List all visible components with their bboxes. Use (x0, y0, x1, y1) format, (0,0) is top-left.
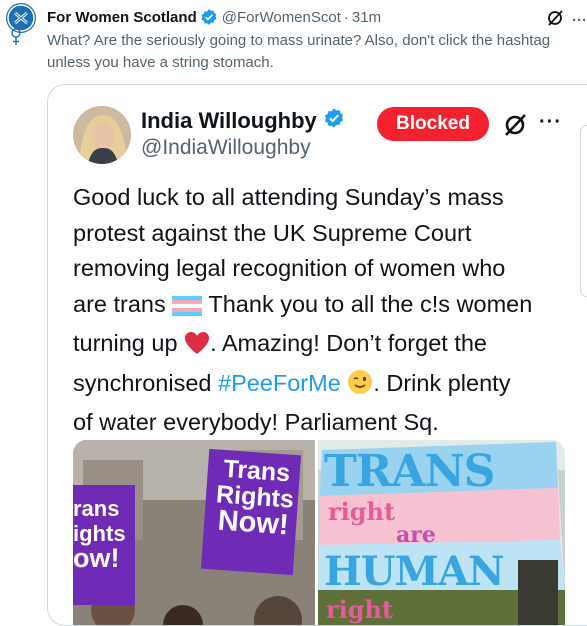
sign-text: right (326, 595, 394, 624)
protest-photo-right[interactable]: TRANS right are HUMAN right (318, 440, 565, 625)
quoted-line: removing legal recognition of women who (73, 255, 506, 281)
sign-text: Now! (216, 504, 290, 542)
quoted-text-span: Thank you to all the c!s women (202, 290, 533, 317)
red-heart-icon (184, 330, 210, 366)
quoted-line: of water everybody! Parliament Sq. (73, 409, 439, 435)
quoted-text-span: . Amazing! Don’t forget the (210, 330, 487, 356)
transgender-flag-icon (172, 291, 203, 327)
quoted-line: turning up . Amazing! Don’t forget the (73, 326, 583, 366)
sign-text: TRANS (324, 446, 495, 497)
quoted-line: synchronised #PeeForMe . Drink plenty (73, 366, 583, 406)
sign-text: ow! (73, 543, 120, 573)
quoted-post-media[interactable]: Trans Rights Now! rans ights ow! TRANS r… (73, 440, 565, 625)
grok-icon[interactable] (502, 112, 528, 138)
quoted-text-span: are trans (73, 290, 173, 317)
author-handle[interactable]: @ForWomenScot (222, 9, 341, 26)
more-options-icon[interactable]: ··· (539, 111, 562, 134)
separator: · (343, 8, 349, 26)
sign-text: right (328, 497, 396, 526)
quoted-post-card[interactable]: India Willoughby @IndiaWilloughby Blocke… (47, 84, 587, 626)
quoted-author-avatar[interactable] (73, 106, 131, 164)
sign-main: Trans Rights Now! (210, 455, 299, 542)
quoted-text-span: turning up (73, 330, 185, 356)
verified-badge-icon (200, 8, 218, 26)
sign-text: rans (73, 496, 120, 521)
grok-icon[interactable] (546, 9, 564, 31)
quoted-text-span: synchronised (73, 369, 218, 396)
sign-text: HUMAN (324, 548, 505, 595)
quoted-author-name[interactable]: India Willoughby (141, 107, 345, 135)
post-header: For Women Scotland @ForWomenScot · 31m ·… (47, 5, 587, 29)
protest-photo-left[interactable]: Trans Rights Now! rans ights ow! (73, 440, 315, 625)
post-text: What? Are the seriously going to mass ur… (47, 32, 551, 71)
winking-face-icon (347, 369, 373, 406)
quoted-author-name-text: India Willoughby (141, 108, 317, 133)
blocked-button[interactable]: Blocked (377, 107, 489, 141)
post-timestamp[interactable]: 31m (352, 9, 381, 26)
venus-symbol-icon (9, 28, 23, 46)
author-name[interactable]: For Women Scotland (47, 9, 197, 26)
sidebar-edge (580, 125, 587, 297)
quoted-author-handle[interactable]: @IndiaWilloughby (141, 136, 311, 160)
quoted-line: protest against the UK Supreme Court (73, 219, 472, 246)
hashtag-link[interactable]: #PeeForMe (218, 370, 341, 396)
verified-badge-icon (323, 107, 345, 135)
quoted-text-span: . Drink plenty (373, 369, 511, 396)
sign-words: TRANS right are HUMAN right (324, 446, 560, 624)
quoted-post-text: Good luck to all attending Sunday’s mass… (73, 180, 583, 441)
quoted-line: Good luck to all attending Sunday’s mass (73, 184, 504, 210)
sign-side: rans ights ow! (73, 496, 135, 573)
quoted-line: are trans Thank you to all the c!s women (73, 287, 583, 327)
sign-text: are (396, 522, 436, 548)
more-options-icon[interactable]: ··· (572, 12, 587, 29)
